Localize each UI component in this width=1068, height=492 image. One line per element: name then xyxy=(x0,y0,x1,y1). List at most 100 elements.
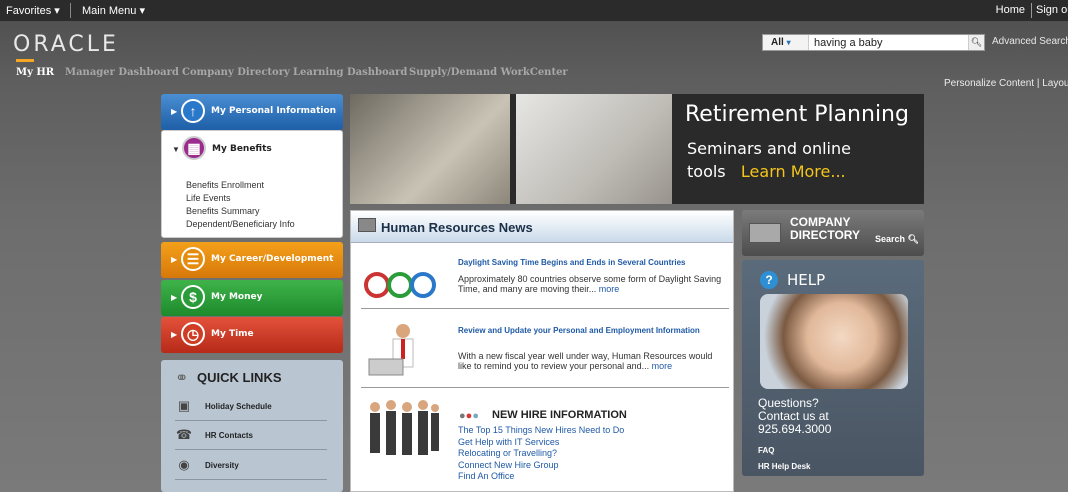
tab-my-hr[interactable]: My HR xyxy=(16,67,54,78)
link-icon: ⚭ xyxy=(175,370,189,387)
home-link[interactable]: Home xyxy=(996,4,1025,16)
news-item-body: With a new fiscal year well under way, H… xyxy=(458,351,728,371)
search-icon[interactable]: 🔍︎ xyxy=(968,35,984,50)
banner-text: tools xyxy=(687,162,726,181)
retirement-planning-banner[interactable]: Retirement Planning Seminars and online … xyxy=(350,94,924,204)
personalize-layout-links[interactable]: Personalize Content | Layout xyxy=(944,78,1068,89)
tab-learning-dashboard[interactable]: Learning Dashboard xyxy=(293,67,407,78)
chevron-down-icon: ▼ xyxy=(172,145,180,154)
panel-my-career-development[interactable]: ▶ ☰ My Career/Development xyxy=(161,242,343,278)
faq-link[interactable]: FAQ xyxy=(758,446,774,455)
title-line: DIRECTORY xyxy=(790,228,861,242)
divider xyxy=(361,308,729,309)
panel-my-benefits[interactable]: ▼ ▦ My Benefits Benefits Enrollment Life… xyxy=(161,130,343,238)
help-phone: 925.694.3000 xyxy=(758,422,832,436)
news-item-text: With a new fiscal year well under way, H… xyxy=(458,351,713,371)
quick-link-holiday-schedule[interactable]: ▣ Holiday Schedule xyxy=(175,398,335,418)
directory-search-link[interactable]: Search 🔍︎ xyxy=(875,234,919,245)
link-benefits-enrollment[interactable]: Benefits Enrollment xyxy=(186,179,295,192)
link-benefits-summary[interactable]: Benefits Summary xyxy=(186,205,295,218)
panel-my-personal-information[interactable]: ▶ ↑ My Personal Information xyxy=(161,94,343,130)
banner-subtitle-2: tools Learn More... xyxy=(687,162,846,181)
divider xyxy=(1031,3,1032,18)
tab-supply-demand-workcenter[interactable]: Supply/Demand WorkCenter xyxy=(409,67,568,78)
panel-my-money[interactable]: ▶ $ My Money xyxy=(161,280,343,316)
banner-photo-laptop xyxy=(350,94,510,204)
benefits-icon: ▦ xyxy=(182,136,206,160)
learn-more-link[interactable]: Learn More... xyxy=(741,162,846,181)
status-dots: ●●● xyxy=(459,410,479,422)
link-it-services[interactable]: Get Help with IT Services xyxy=(458,437,624,449)
top-bar: Favorites ▾ Main Menu ▾ Home Sign ou xyxy=(0,0,1068,21)
news-item-text: Approximately 80 countries observe some … xyxy=(458,274,722,294)
panel-label: My Personal Information xyxy=(211,106,337,116)
sign-out-link[interactable]: Sign ou xyxy=(1036,4,1068,16)
search-scope-value: All xyxy=(771,37,784,48)
news-item-body: Approximately 80 countries observe some … xyxy=(458,274,728,294)
link-life-events[interactable]: Life Events xyxy=(186,192,295,205)
oracle-logo: ORACLE xyxy=(13,32,119,57)
help-icon: ? xyxy=(760,271,778,289)
company-directory-title: COMPANY DIRECTORY xyxy=(790,216,860,242)
active-tab-indicator xyxy=(16,59,34,62)
link-find-office[interactable]: Find An Office xyxy=(458,471,624,483)
career-icon: ☰ xyxy=(181,247,205,271)
link-relocating[interactable]: Relocating or Travelling? xyxy=(458,448,624,460)
panel-label: My Benefits xyxy=(212,144,272,154)
hr-help-desk-link[interactable]: HR Help Desk xyxy=(758,462,810,471)
title-line: COMPANY xyxy=(790,215,851,229)
search-icon: 🔍︎ xyxy=(907,234,919,244)
news-item-heading[interactable]: Review and Update your Personal and Empl… xyxy=(458,326,723,335)
new-hires-group-icon xyxy=(370,400,439,455)
chevron-down-icon: ▾ xyxy=(786,38,791,47)
company-directory-widget[interactable]: COMPANY DIRECTORY Search 🔍︎ xyxy=(742,210,924,256)
quick-link-hr-contacts[interactable]: ☎ HR Contacts xyxy=(175,427,335,447)
divider xyxy=(361,387,729,388)
panel-my-time[interactable]: ▶ ◷ My Time xyxy=(161,317,343,353)
divider xyxy=(175,449,327,450)
banner-subtitle: Seminars and online xyxy=(687,139,851,158)
globe-icon: ◉ xyxy=(178,457,190,472)
calendar-icon: ▣ xyxy=(177,398,191,413)
help-line: Questions? xyxy=(758,396,819,410)
more-link[interactable]: more xyxy=(599,284,620,294)
new-hire-links: The Top 15 Things New Hires Need to Do G… xyxy=(458,425,624,483)
new-hire-title: NEW HIRE INFORMATION xyxy=(492,409,627,421)
more-link[interactable]: more xyxy=(652,361,673,371)
link-top-15-things[interactable]: The Top 15 Things New Hires Need to Do xyxy=(458,425,624,437)
quick-link-label: Holiday Schedule xyxy=(205,402,272,411)
person-icon: ↑ xyxy=(181,99,205,123)
divider xyxy=(70,3,71,18)
news-title: Human Resources News xyxy=(381,220,533,235)
link-dependent-beneficiary-info[interactable]: Dependent/Beneficiary Info xyxy=(186,218,295,231)
advanced-search-link[interactable]: Advanced Search xyxy=(992,36,1068,47)
chevron-right-icon: ▶ xyxy=(171,107,178,116)
quick-link-label: HR Contacts xyxy=(205,431,254,440)
banner-photo-signing xyxy=(516,94,672,204)
favorites-menu[interactable]: Favorites ▾ xyxy=(6,4,60,17)
divider xyxy=(175,420,327,421)
quick-link-diversity[interactable]: ◉ Diversity xyxy=(175,457,335,477)
main-menu[interactable]: Main Menu ▾ xyxy=(82,4,145,17)
help-title: HELP xyxy=(787,271,826,289)
dollar-icon: $ xyxy=(181,285,205,309)
quick-links-panel: ⚭ QUICK LINKS ▣ Holiday Schedule ☎ HR Co… xyxy=(161,360,343,492)
link-new-hire-group[interactable]: Connect New Hire Group xyxy=(458,460,624,472)
chevron-right-icon: ▶ xyxy=(171,330,178,339)
benefits-links: Benefits Enrollment Life Events Benefits… xyxy=(186,179,295,231)
support-agent-photo xyxy=(760,294,908,389)
tab-manager-dashboard[interactable]: Manager Dashboard xyxy=(65,67,179,78)
quick-links-title: QUICK LINKS xyxy=(197,370,282,385)
news-header: Human Resources News xyxy=(351,211,733,243)
clock-icon: ◷ xyxy=(181,322,205,346)
directory-card-icon xyxy=(749,223,781,243)
search-input[interactable]: having a baby xyxy=(814,37,883,49)
chevron-right-icon: ▶ xyxy=(171,255,178,264)
chevron-right-icon: ▶ xyxy=(171,293,178,302)
news-item-heading[interactable]: Daylight Saving Time Begins and Ends in … xyxy=(458,258,723,267)
panel-label: My Career/Development xyxy=(211,254,334,264)
search-scope-select[interactable]: All ▾ xyxy=(763,35,809,50)
search-label: Search xyxy=(875,234,906,244)
tab-company-directory[interactable]: Company Directory xyxy=(182,67,290,78)
help-line: Contact us at xyxy=(758,409,829,423)
